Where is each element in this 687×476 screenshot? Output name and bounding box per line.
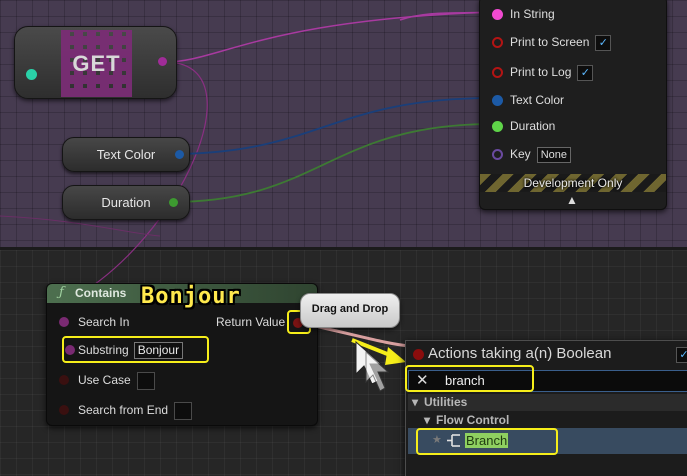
actions-context-menu[interactable]: Actions taking a(n) Boolean ✓ ✕ branch ▾… bbox=[405, 340, 687, 476]
blueprint-editor: GET Text Color Duration In String Print … bbox=[0, 0, 687, 476]
search-highlight bbox=[405, 365, 534, 392]
branch-highlight bbox=[416, 428, 558, 455]
actions-menu-title: Actions taking a(n) Boolean bbox=[428, 345, 612, 362]
utilities-label: Utilities bbox=[424, 395, 468, 409]
utilities-category[interactable]: ▾ Utilities bbox=[408, 394, 687, 411]
utilities-expand-icon: ▾ bbox=[412, 395, 419, 409]
flow-control-expand-icon[interactable]: ▾ bbox=[424, 412, 430, 429]
boolean-pin-icon bbox=[413, 349, 424, 360]
context-sensitive-checkbox[interactable]: ✓ bbox=[676, 347, 687, 363]
flow-control-label[interactable]: Flow Control bbox=[436, 412, 509, 429]
